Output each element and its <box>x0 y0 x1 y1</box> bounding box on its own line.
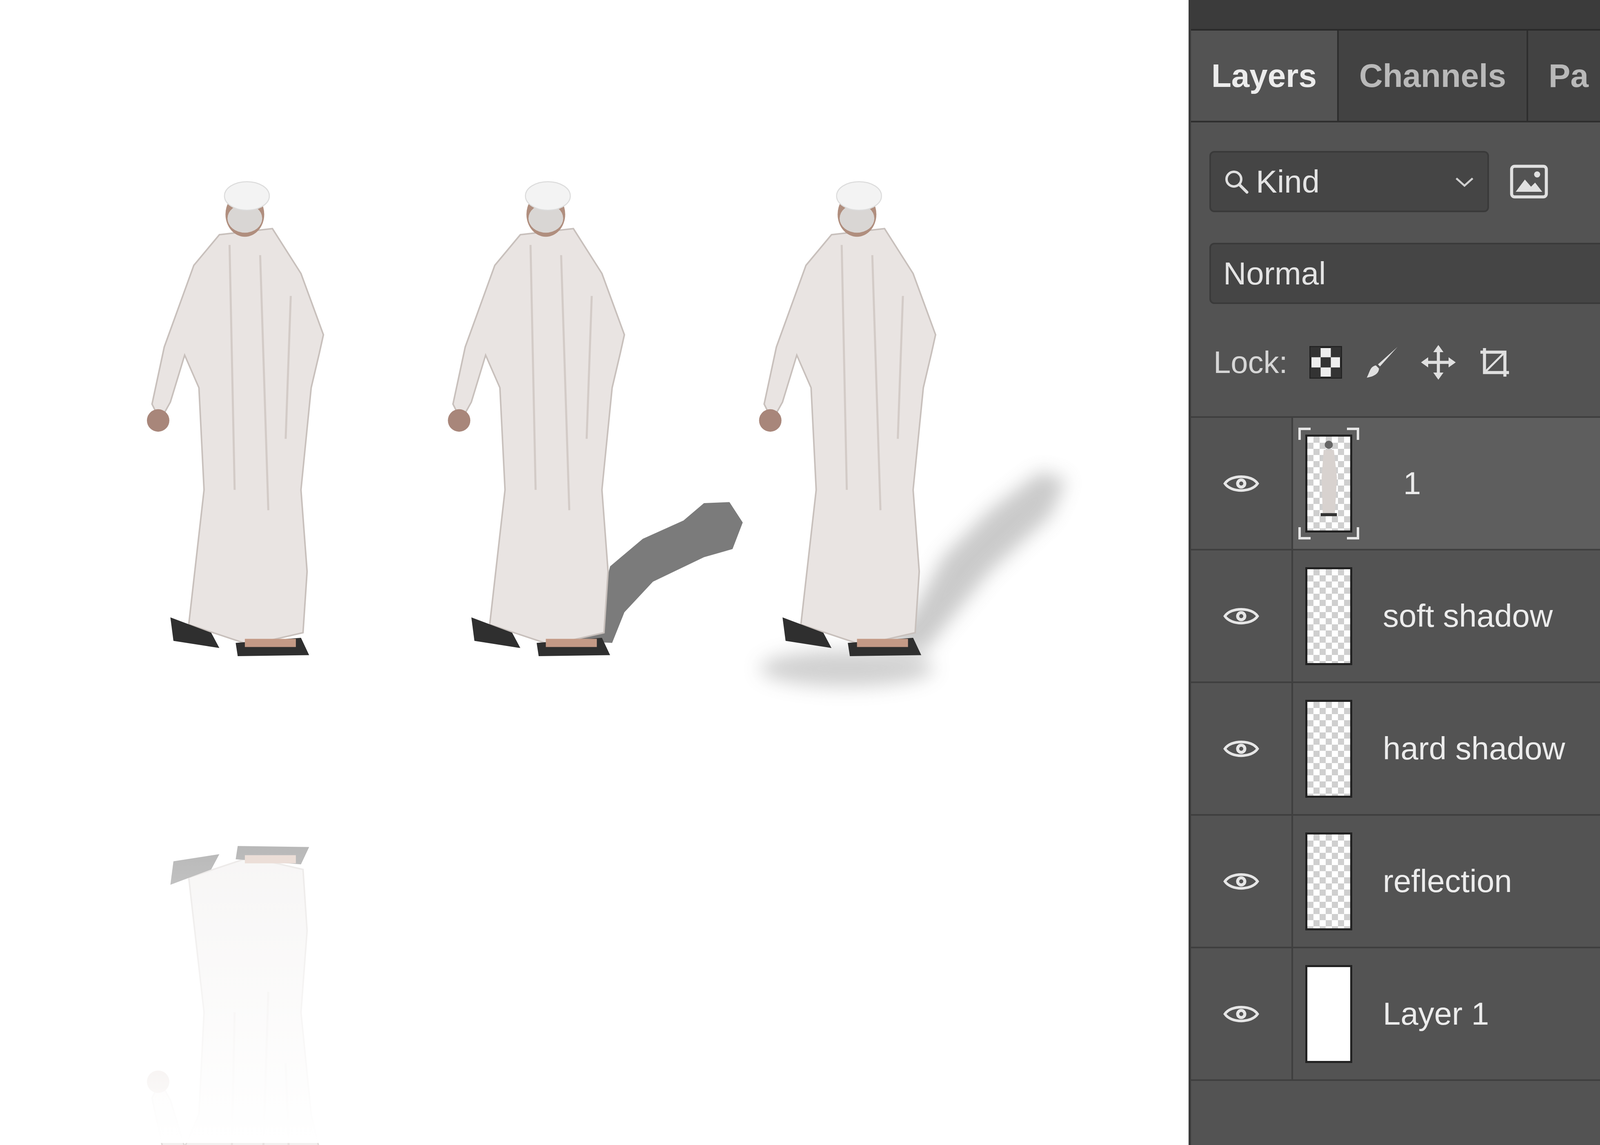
image-filter-icon[interactable] <box>1508 163 1550 200</box>
chevron-icon <box>1453 173 1476 190</box>
lock-artboard-icon[interactable] <box>1476 344 1514 381</box>
panel-tab[interactable]: Pa <box>1528 30 1600 121</box>
selection-bracket-icon <box>1346 427 1360 440</box>
layer-body: soft shadow <box>1293 550 1600 682</box>
layers-panel: Layers Channels Pa Kind Normal Lock: 1 soft… <box>1188 0 1600 1145</box>
selection-bracket-icon <box>1346 527 1360 540</box>
layer-thumbnail <box>1305 434 1353 533</box>
selection-bracket-icon <box>1298 527 1311 540</box>
layer-name: reflection <box>1352 857 1513 906</box>
panel-top-strip <box>1191 0 1600 31</box>
panel-tab[interactable]: Layers <box>1191 30 1339 121</box>
tab-label: Channels <box>1359 51 1507 101</box>
layer-row[interactable]: Layer 1 <box>1191 948 1600 1082</box>
layer-thumbnail <box>1305 965 1353 1064</box>
layer-body: Layer 1 <box>1293 948 1600 1080</box>
layer-name: hard shadow <box>1352 724 1566 773</box>
layer-name: soft shadow <box>1352 592 1553 640</box>
eye-icon[interactable] <box>1222 737 1260 761</box>
selection-bracket-icon <box>1298 427 1311 440</box>
eye-icon[interactable] <box>1222 604 1260 628</box>
eye-icon[interactable] <box>1222 870 1260 894</box>
layer-row[interactable]: soft shadow <box>1191 550 1600 684</box>
eye-icon[interactable] <box>1222 1002 1260 1026</box>
lock-pixels-brush-icon[interactable] <box>1363 344 1401 381</box>
visibility-cell <box>1191 683 1294 815</box>
blend-mode-label: Normal <box>1223 249 1326 298</box>
document-canvas[interactable] <box>0 0 1189 1145</box>
filter-dropdown[interactable]: Kind <box>1209 151 1489 213</box>
eye-icon[interactable] <box>1222 472 1260 496</box>
figure <box>127 181 352 1145</box>
layer-name: Layer 1 <box>1352 990 1489 1038</box>
search-icon <box>1223 168 1250 195</box>
visibility-cell <box>1191 550 1294 682</box>
visibility-cell <box>1191 417 1294 549</box>
layer-name: 1 <box>1352 459 1421 508</box>
layer-list: 1 soft shadow hard shadow reflection Layer 1 <box>1191 416 1600 1082</box>
layer-row[interactable]: reflection <box>1191 815 1600 949</box>
lock-label: Lock: <box>1213 339 1288 386</box>
lock-transparent-icon[interactable] <box>1307 344 1345 381</box>
blend-mode-dropdown[interactable]: Normal <box>1209 242 1600 305</box>
layer-thumbnail <box>1305 832 1353 931</box>
filter-label: Kind <box>1255 157 1448 206</box>
layer-body: hard shadow <box>1293 683 1600 815</box>
layer-thumbnail <box>1305 700 1353 798</box>
tab-label: Pa <box>1548 51 1589 101</box>
layer-body: 1 <box>1293 417 1600 549</box>
panel-tab-bar: Layers Channels Pa <box>1191 30 1600 123</box>
figure <box>759 181 1067 687</box>
layer-row[interactable]: hard shadow <box>1191 683 1600 816</box>
lock-position-move-icon[interactable] <box>1420 344 1457 381</box>
panel-tab[interactable]: Channels <box>1338 30 1529 121</box>
layer-thumbnail <box>1305 567 1353 666</box>
layer-row[interactable]: 1 <box>1191 417 1600 551</box>
layer-body: reflection <box>1293 815 1600 947</box>
figure <box>447 181 743 657</box>
visibility-cell <box>1191 948 1294 1080</box>
tab-label: Layers <box>1211 51 1317 101</box>
visibility-cell <box>1191 815 1294 947</box>
